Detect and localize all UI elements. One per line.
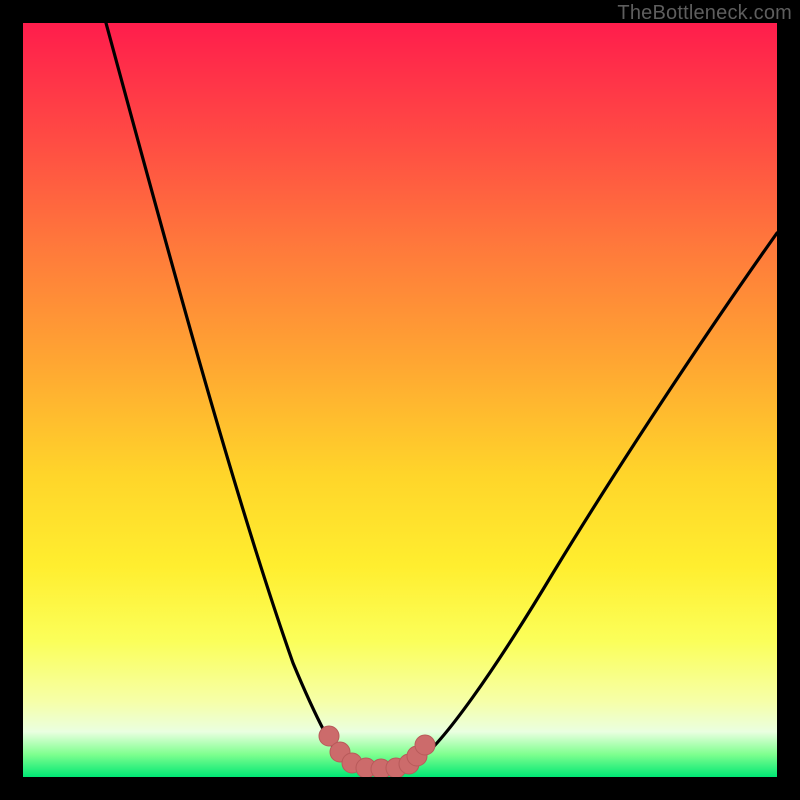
bottleneck-curve-svg — [23, 23, 777, 777]
marker-group — [319, 726, 435, 777]
plot-area — [23, 23, 777, 777]
watermark-text: TheBottleneck.com — [617, 2, 792, 25]
bottleneck-curve — [106, 23, 777, 769]
outer-frame: TheBottleneck.com — [0, 0, 800, 800]
marker-dot — [415, 735, 435, 755]
